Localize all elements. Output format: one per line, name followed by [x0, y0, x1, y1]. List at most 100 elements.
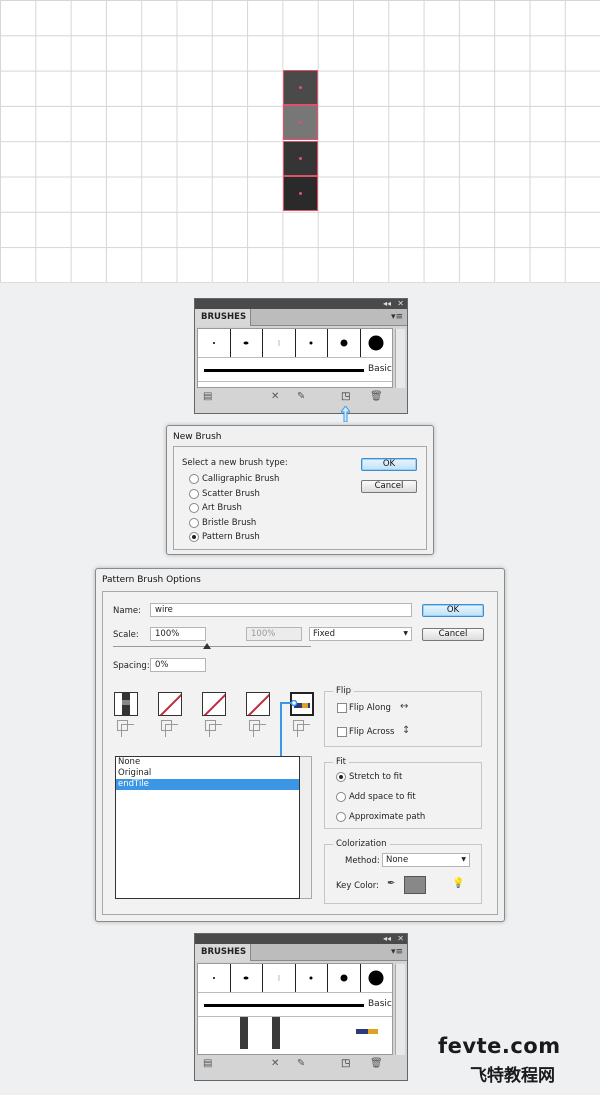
radio-bristle-brush[interactable]: Bristle Brush [189, 518, 256, 528]
scale-slider-track[interactable] [113, 646, 311, 647]
brush-swatch[interactable] [328, 329, 361, 357]
pattern-tile-2[interactable] [283, 105, 318, 140]
brush-row [198, 964, 392, 993]
scale-label: Scale: [113, 630, 139, 640]
cancel-button[interactable]: Cancel [361, 480, 417, 493]
tile-list-scrollbar[interactable] [300, 756, 312, 899]
scale-mode-select[interactable]: Fixed [309, 627, 412, 641]
brush-swatch[interactable] [328, 964, 361, 992]
radio-scatter-brush[interactable]: Scatter Brush [189, 489, 260, 499]
brush-swatch[interactable] [361, 329, 393, 357]
tips-lightbulb-icon[interactable]: 💡 [452, 878, 464, 890]
fit-group-title: Fit [333, 757, 349, 767]
ok-button[interactable]: OK [361, 458, 417, 471]
brush-type-prompt: Select a new brush type: [182, 458, 288, 468]
brush-options-icon[interactable]: ✎ [297, 1058, 305, 1069]
brush-swatch[interactable] [296, 329, 328, 357]
brush-swatch[interactable] [263, 329, 296, 357]
radio-calligraphic-brush[interactable]: Calligraphic Brush [189, 474, 279, 484]
cancel-button[interactable]: Cancel [422, 628, 484, 641]
list-item[interactable]: Original [116, 768, 299, 779]
brush-list: Basic [197, 963, 393, 1055]
outer-corner-tile-button[interactable] [158, 692, 182, 716]
brush-basic-row[interactable]: Basic [198, 993, 392, 1017]
colorization-group-title: Colorization [333, 839, 390, 849]
side-tile-button[interactable] [114, 692, 138, 716]
method-select[interactable]: None [382, 853, 470, 867]
scale-slider-thumb[interactable] [203, 643, 211, 649]
pattern-tile-3[interactable] [283, 141, 318, 176]
new-brush-icon[interactable]: ◳ [341, 391, 350, 402]
eyedropper-icon[interactable]: ✒ [387, 878, 395, 890]
panel-menu-icon[interactable]: ▾≡ [391, 947, 403, 957]
brush-libraries-icon[interactable]: ▤ [203, 391, 212, 402]
list-item[interactable]: None [116, 757, 299, 768]
remove-stroke-icon[interactable]: ✕ [271, 391, 279, 402]
radio-stretch-to-fit[interactable]: Stretch to fit [336, 772, 402, 782]
inner-corner-diagram-icon [203, 718, 225, 738]
delete-brush-icon[interactable]: 🗑 [370, 1058, 383, 1069]
panel-menu-icon[interactable]: ▾≡ [391, 312, 403, 322]
scale-variation-field: 100% [246, 627, 302, 641]
panel-scrollbar[interactable] [395, 329, 405, 389]
scale-field[interactable]: 100% [150, 627, 206, 641]
radio-add-space-to-fit[interactable]: Add space to fit [336, 792, 416, 802]
radio-art-brush[interactable]: Art Brush [189, 503, 242, 513]
collapse-icon[interactable]: ◂◂ [383, 934, 391, 944]
remove-stroke-icon[interactable]: ✕ [271, 1058, 279, 1069]
start-tile-diagram-icon [247, 718, 269, 738]
brush-swatch[interactable] [231, 329, 263, 357]
delete-brush-icon[interactable]: 🗑 [370, 391, 383, 402]
panel-scrollbar[interactable] [395, 964, 405, 1056]
brushes-panel: ◂◂ ✕ BRUSHES ▾≡ Basic ▤ ✕ ✎ ◳ 🗑 [194, 298, 408, 414]
watermark-cn: 飞特教程网 [470, 1066, 555, 1086]
tab-brushes[interactable]: BRUSHES [195, 944, 251, 961]
radio-pattern-brush[interactable]: Pattern Brush [189, 532, 260, 542]
panel-tab-row: BRUSHES ▾≡ [195, 944, 407, 961]
brush-libraries-icon[interactable]: ▤ [203, 1058, 212, 1069]
new-brush-icon[interactable]: ◳ [341, 1058, 350, 1069]
basic-brush-label: Basic [368, 999, 392, 1009]
close-icon[interactable]: ✕ [397, 299, 404, 309]
brush-swatch[interactable] [231, 964, 263, 992]
panel-titlebar: ◂◂ ✕ [195, 934, 407, 944]
panel-tab-row: BRUSHES ▾≡ [195, 309, 407, 326]
brush-swatch[interactable] [198, 964, 231, 992]
anchor-point [299, 86, 302, 89]
dialog-title: Pattern Brush Options [102, 575, 201, 585]
radio-approximate-path[interactable]: Approximate path [336, 812, 425, 822]
basic-stroke-preview [204, 1004, 364, 1007]
artboard-grid [0, 0, 600, 283]
anchor-point [299, 157, 302, 160]
side-tile-diagram-icon [115, 718, 137, 738]
pattern-tile-4[interactable] [283, 176, 318, 211]
close-icon[interactable]: ✕ [397, 934, 404, 944]
basic-brush-label: Basic [368, 364, 392, 374]
brush-basic-row[interactable]: Basic [198, 358, 392, 382]
tab-brushes[interactable]: BRUSHES [195, 309, 251, 326]
ok-button[interactable]: OK [422, 604, 484, 617]
basic-stroke-preview [204, 369, 364, 372]
name-field[interactable]: wire [150, 603, 412, 617]
brush-swatch[interactable] [198, 329, 231, 357]
brush-swatch[interactable] [296, 964, 328, 992]
flip-along-icon: ↔ [400, 701, 409, 712]
anchor-point [299, 121, 302, 124]
key-color-swatch[interactable] [404, 876, 426, 894]
wire-pattern-brush-row[interactable] [198, 1017, 392, 1049]
start-tile-button[interactable] [246, 692, 270, 716]
collapse-icon[interactable]: ◂◂ [383, 299, 391, 309]
inner-corner-tile-button[interactable] [202, 692, 226, 716]
flip-across-checkbox[interactable]: Flip Across [337, 727, 394, 737]
pattern-tile-1[interactable] [283, 70, 318, 105]
method-label: Method: [345, 856, 380, 866]
spacing-field[interactable]: 0% [150, 658, 206, 672]
list-item-selected[interactable]: endTile [116, 779, 299, 790]
pointer-arrow-icon [340, 405, 351, 423]
flip-along-checkbox[interactable]: Flip Along [337, 703, 391, 713]
brush-list: Basic [197, 328, 393, 388]
watermark-site: fevte.com [438, 1034, 561, 1058]
brush-options-icon[interactable]: ✎ [297, 391, 305, 402]
brush-swatch[interactable] [361, 964, 393, 992]
brush-swatch[interactable] [263, 964, 296, 992]
